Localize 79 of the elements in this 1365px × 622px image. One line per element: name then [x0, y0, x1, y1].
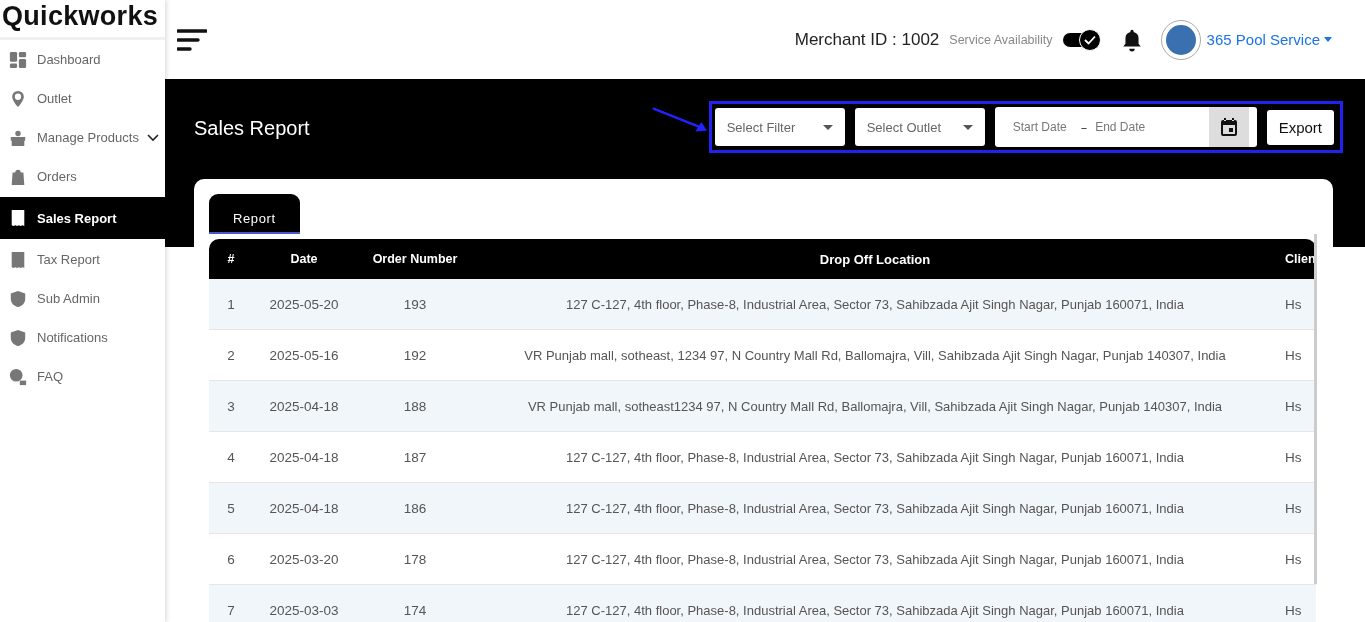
dashboard-icon	[9, 50, 27, 69]
address-cell-text: 127 C-127, 4th floor, Phase-8, Industrial Area, Sector 73, Sahibzada Ajit Singh Nagar, Punjab 160071, India	[565, 500, 1185, 516]
sidebar-item[interactable]: Tax Report	[0, 240, 165, 279]
order-number-cell-text: 188	[402, 398, 428, 414]
start-date-field[interactable]: Start Date	[1010, 119, 1079, 135]
date-cell-text: 2025-03-03	[268, 602, 340, 618]
row-number: 4	[226, 449, 236, 465]
help-icon	[9, 367, 27, 386]
client-cell: Hs	[1285, 449, 1302, 465]
client-cell: Hs	[1285, 602, 1302, 618]
caret-icon	[1324, 37, 1332, 42]
brand-logo: Quickworks	[0, 0, 165, 40]
box-icon	[9, 128, 27, 147]
calendar-icon	[1219, 117, 1238, 137]
order-number-cell-text: 187	[402, 449, 428, 465]
order-number-cell-text: 192	[402, 347, 428, 363]
column-header: #	[226, 252, 236, 266]
row-number: 5	[226, 500, 236, 516]
checkmark-icon	[1083, 34, 1096, 45]
caret-icon	[822, 124, 833, 130]
date-cell-text: 2025-03-20	[268, 551, 340, 567]
address-cell-text: VR Punjab mall, sotheast1234 97, N Country Mall Rd, Ballomajra, Vill, Sahibzada Ajit Singh Nagar, Punjab 140307, India	[526, 398, 1224, 414]
export-button[interactable]: Export	[1266, 109, 1334, 145]
row-number: 1	[226, 296, 236, 312]
sidebar-item[interactable]: FAQ	[0, 357, 165, 396]
sidebar-item[interactable]: Sub Admin	[0, 279, 165, 318]
order-number-cell-text: 174	[402, 602, 428, 618]
column-header: Drop Off Location	[818, 251, 932, 267]
location-pin-icon	[9, 89, 27, 108]
sidebar-item[interactable]: Outlet	[0, 79, 165, 118]
menu-icon[interactable]	[177, 28, 207, 51]
page-title: Sales Report	[194, 117, 310, 140]
caret-icon	[962, 124, 973, 130]
user-menu[interactable]: 365 Pool Service	[1206, 31, 1332, 48]
sidebar-item[interactable]: Notifications	[0, 318, 165, 357]
end-date-field[interactable]: End Date	[1093, 119, 1178, 135]
availability-label: Service Availability	[949, 32, 1053, 47]
sidebar-item[interactable]: Orders	[0, 157, 165, 196]
column-header: Date	[289, 252, 319, 266]
order-number-cell-text: 193	[402, 296, 428, 312]
row-number: 2	[226, 347, 236, 363]
address-cell-text: 127 C-127, 4th floor, Phase-8, Industrial Area, Sector 73, Sahibzada Ajit Singh Nagar, Punjab 160071, India	[565, 602, 1185, 618]
client-cell: Hs	[1285, 347, 1302, 363]
outlet-select[interactable]: Select Outlet	[854, 108, 985, 146]
row-number: 3	[226, 398, 236, 414]
column-header: Order Number	[371, 252, 459, 266]
chevron-down-icon[interactable]	[146, 133, 159, 142]
address-cell-text: 127 C-127, 4th floor, Phase-8, Industrial Area, Sector 73, Sahibzada Ajit Singh Nagar, Punjab 160071, India	[565, 551, 1185, 567]
date-cell-text: 2025-04-18	[268, 398, 340, 414]
date-cell-text: 2025-04-18	[268, 449, 340, 465]
report-tab[interactable]: Report	[209, 194, 300, 234]
receipt-icon	[9, 250, 27, 269]
client-cell: Hs	[1285, 296, 1302, 312]
sidebar-item[interactable]: Sales Report	[0, 197, 165, 239]
address-cell-text: 127 C-127, 4th floor, Phase-8, Industrial Area, Sector 73, Sahibzada Ajit Singh Nagar, Punjab 160071, India	[565, 296, 1185, 312]
filter-select[interactable]: Select Filter	[714, 108, 845, 146]
date-cell-text: 2025-05-16	[268, 347, 340, 363]
address-cell-text: VR Punjab mall, sotheast, 1234 97, N Country Mall Rd, Ballomajra, Vill, Sahibzada Ajit Singh Nagar, Punjab 140307, India	[523, 347, 1227, 363]
merchant-id: Merchant ID : 1002	[794, 29, 940, 50]
order-number-cell-text: 178	[402, 551, 428, 567]
receipt-icon	[9, 209, 27, 227]
client-cell: Hs	[1285, 551, 1302, 567]
row-number: 7	[226, 602, 236, 618]
shield-icon	[9, 289, 27, 308]
date-separator: –	[1080, 119, 1088, 135]
client-cell: Hs	[1285, 398, 1302, 414]
date-cell-text: 2025-05-20	[268, 296, 340, 312]
date-cell-text: 2025-04-18	[268, 500, 340, 516]
order-number-cell-text: 186	[402, 500, 428, 516]
calendar-button[interactable]	[1208, 107, 1249, 147]
annotation-arrow	[650, 106, 709, 134]
sidebar-item[interactable]: Manage Products	[0, 118, 165, 157]
client-cell: Hs	[1285, 500, 1302, 516]
bag-icon	[9, 167, 27, 186]
address-cell-text: 127 C-127, 4th floor, Phase-8, Industrial Area, Sector 73, Sahibzada Ajit Singh Nagar, Punjab 160071, India	[565, 449, 1185, 465]
shield-icon	[9, 328, 27, 347]
sidebar-item[interactable]: Dashboard	[0, 40, 165, 79]
row-number: 6	[226, 551, 236, 567]
bell-icon[interactable]	[1120, 27, 1143, 52]
